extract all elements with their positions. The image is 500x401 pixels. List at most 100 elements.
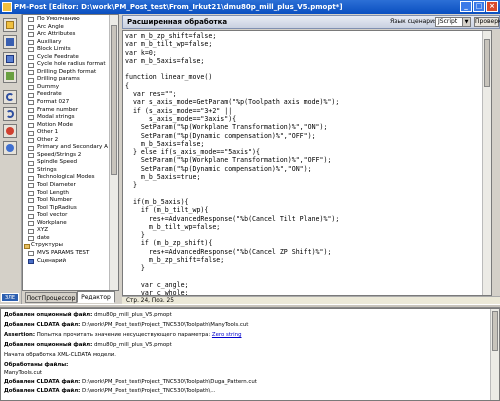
code-line: res+=AdvancedResponse("%b(Cancel Tilt Pl…: [125, 214, 340, 223]
tree-item[interactable]: Auxiliary: [23, 39, 111, 47]
save-all-button[interactable]: [3, 52, 17, 66]
chevron-down-icon[interactable]: ▼: [462, 18, 470, 26]
open-button[interactable]: [3, 18, 17, 32]
tree-item[interactable]: XYZ: [23, 227, 111, 235]
tree-item-label: Tool vector: [37, 212, 68, 219]
tree-item[interactable]: Motion Mode: [23, 122, 111, 130]
document-icon: [28, 122, 34, 128]
export-button[interactable]: [3, 69, 17, 83]
tree-item[interactable]: date: [23, 235, 111, 243]
code-line: var m_b_tilt_wp=false;: [125, 40, 213, 49]
log-scrollbar[interactable]: [490, 309, 499, 400]
tree-item[interactable]: Cycle hole radius format: [23, 61, 111, 69]
tree-item[interactable]: Drilling params: [23, 76, 111, 84]
tree-item[interactable]: Strings: [23, 167, 111, 175]
document-icon: [28, 107, 34, 113]
document-icon: [28, 213, 34, 219]
tree-scroll-thumb[interactable]: [111, 25, 117, 175]
option-tree[interactable]: По Умолчанию Arc Angle Arc Attributes Auxil…: [22, 14, 119, 291]
tree-item-label: date: [37, 234, 50, 241]
tree-item[interactable]: Modal strings: [23, 114, 111, 122]
editor-title: Расширенная обработка: [127, 18, 228, 26]
export-icon: [6, 72, 14, 80]
tree-item[interactable]: Frame number: [23, 107, 111, 115]
maximize-button[interactable]: □: [473, 1, 485, 12]
log-row-text: dmu80p_mill_plus_V5.pmopt: [92, 312, 172, 318]
log-row: Assertion: Попытка прочитать значение не…: [4, 332, 242, 338]
tree-item-label: Tool Number: [37, 197, 73, 204]
minimize-button[interactable]: _: [460, 1, 472, 12]
tree-item[interactable]: Format 027: [23, 99, 111, 107]
log-row-label: Добавлен CLDATA файл:: [4, 322, 81, 328]
tree-item[interactable]: Arc Angle: [23, 24, 111, 32]
code-line: var res="";: [125, 90, 177, 99]
stop-button[interactable]: [3, 124, 17, 138]
tab-postprocessor[interactable]: ПостПроцессор: [25, 292, 77, 303]
tree-item-label: Motion Mode: [37, 121, 73, 128]
tree-item[interactable]: Spindle Speed: [23, 159, 111, 167]
side-toggle-button[interactable]: ЗЛЕ: [1, 293, 19, 302]
code-line: function linear_move(): [125, 73, 213, 82]
tree-item-label: Frame number: [37, 106, 79, 113]
tree-item[interactable]: Cycle Feedrate: [23, 54, 111, 62]
log-row-text: D:\work\PM_Post_test\Project_TNC530\Tool…: [80, 322, 249, 328]
tree-item[interactable]: Feedrate: [23, 91, 111, 99]
tree-item[interactable]: MVS PARAMS TEST: [23, 250, 111, 258]
editor-header: Расширенная обработка Язык сценария JScr…: [122, 15, 500, 29]
tree-item[interactable]: Arc Attributes: [23, 31, 111, 39]
window-title-bar: PM-Post [Editor: D:\work\PM_Post_test\Fr…: [0, 0, 500, 14]
document-icon: [28, 205, 34, 211]
code-scroll-thumb[interactable]: [484, 39, 490, 87]
log-row-text: D:\work\PM_Post_test\Project_TNC530\Tool…: [80, 379, 257, 385]
close-button[interactable]: ×: [486, 1, 498, 12]
redo-button[interactable]: [3, 107, 17, 121]
document-icon: [28, 55, 34, 61]
document-icon: [28, 62, 34, 68]
log-row-link[interactable]: Zero string: [212, 332, 242, 338]
tree-item[interactable]: Tool vector: [23, 212, 111, 220]
log-row: Обработаны файлы:: [4, 362, 68, 368]
tree-item[interactable]: Tool Diameter: [23, 182, 111, 190]
info-button[interactable]: [3, 141, 17, 155]
code-line: var s_axis_mode=GetParam("%p(Toolpath ax…: [125, 98, 340, 107]
save-button[interactable]: [3, 35, 17, 49]
tree-item[interactable]: Структуры: [23, 242, 111, 250]
undo-button[interactable]: [3, 90, 17, 104]
code-line: SetParam("%p(Dynamic compensation)%","OF…: [125, 131, 316, 140]
tree-item[interactable]: По Умолчанию: [23, 16, 111, 24]
tree-item[interactable]: Workplane: [23, 220, 111, 228]
code-line: m_b_zp_shift=false;: [125, 256, 225, 265]
script-language-label: Язык сценария: [390, 18, 438, 25]
tree-item[interactable]: Other 2: [23, 137, 111, 145]
tree-item[interactable]: Dummy: [23, 84, 111, 92]
check-button[interactable]: Проверка: [474, 17, 500, 27]
tree-item-label: Strings: [37, 166, 57, 173]
code-line: var c_angle;: [125, 280, 189, 289]
tree-item-label: Tool Length: [37, 189, 69, 196]
log-row-label: Добавлен CLDATA файл:: [4, 379, 81, 385]
tree-item[interactable]: Technological Modes: [23, 174, 111, 182]
tree-item[interactable]: Tool Number: [23, 197, 111, 205]
tree-item[interactable]: Tool Length: [23, 190, 111, 198]
code-line: if(m_b_5axis){: [125, 197, 189, 206]
code-editor[interactable]: var m_b_zp_shift=false; var m_b_tilt_wp=f…: [122, 30, 492, 296]
tree-item[interactable]: Сценарий: [23, 258, 111, 266]
code-line: }: [125, 231, 145, 240]
document-icon: [28, 85, 34, 91]
log-row-text: D:\work\PM_Post_test\Project_TNC530\Tool…: [80, 388, 216, 394]
tree-item[interactable]: Block Limits: [23, 46, 111, 54]
code-line: s_axis_mode=="3axis"){: [125, 114, 237, 123]
log-scroll-thumb[interactable]: [492, 311, 498, 351]
tree-scrollbar[interactable]: [109, 15, 118, 290]
tree-item[interactable]: Other 1: [23, 129, 111, 137]
tab-editor[interactable]: Редактор: [77, 291, 115, 303]
code-lines: var m_b_zp_shift=false; var m_b_tilt_wp=f…: [125, 32, 383, 295]
tree-item[interactable]: Tool TipRadius: [23, 205, 111, 213]
tree-item[interactable]: Primary and Secondary A: [23, 144, 111, 152]
code-line: res+=AdvancedResponse("%b(Cancel ZP Shif…: [125, 247, 332, 256]
code-scrollbar[interactable]: [482, 31, 491, 295]
tree-item[interactable]: Speed/Strings 2: [23, 152, 111, 160]
script-language-select[interactable]: JScript ▼: [435, 17, 471, 27]
message-log[interactable]: Добавлен опционный файл: dmu80p_mill_plu…: [0, 308, 500, 401]
tree-item[interactable]: Drilling Depth format: [23, 69, 111, 77]
